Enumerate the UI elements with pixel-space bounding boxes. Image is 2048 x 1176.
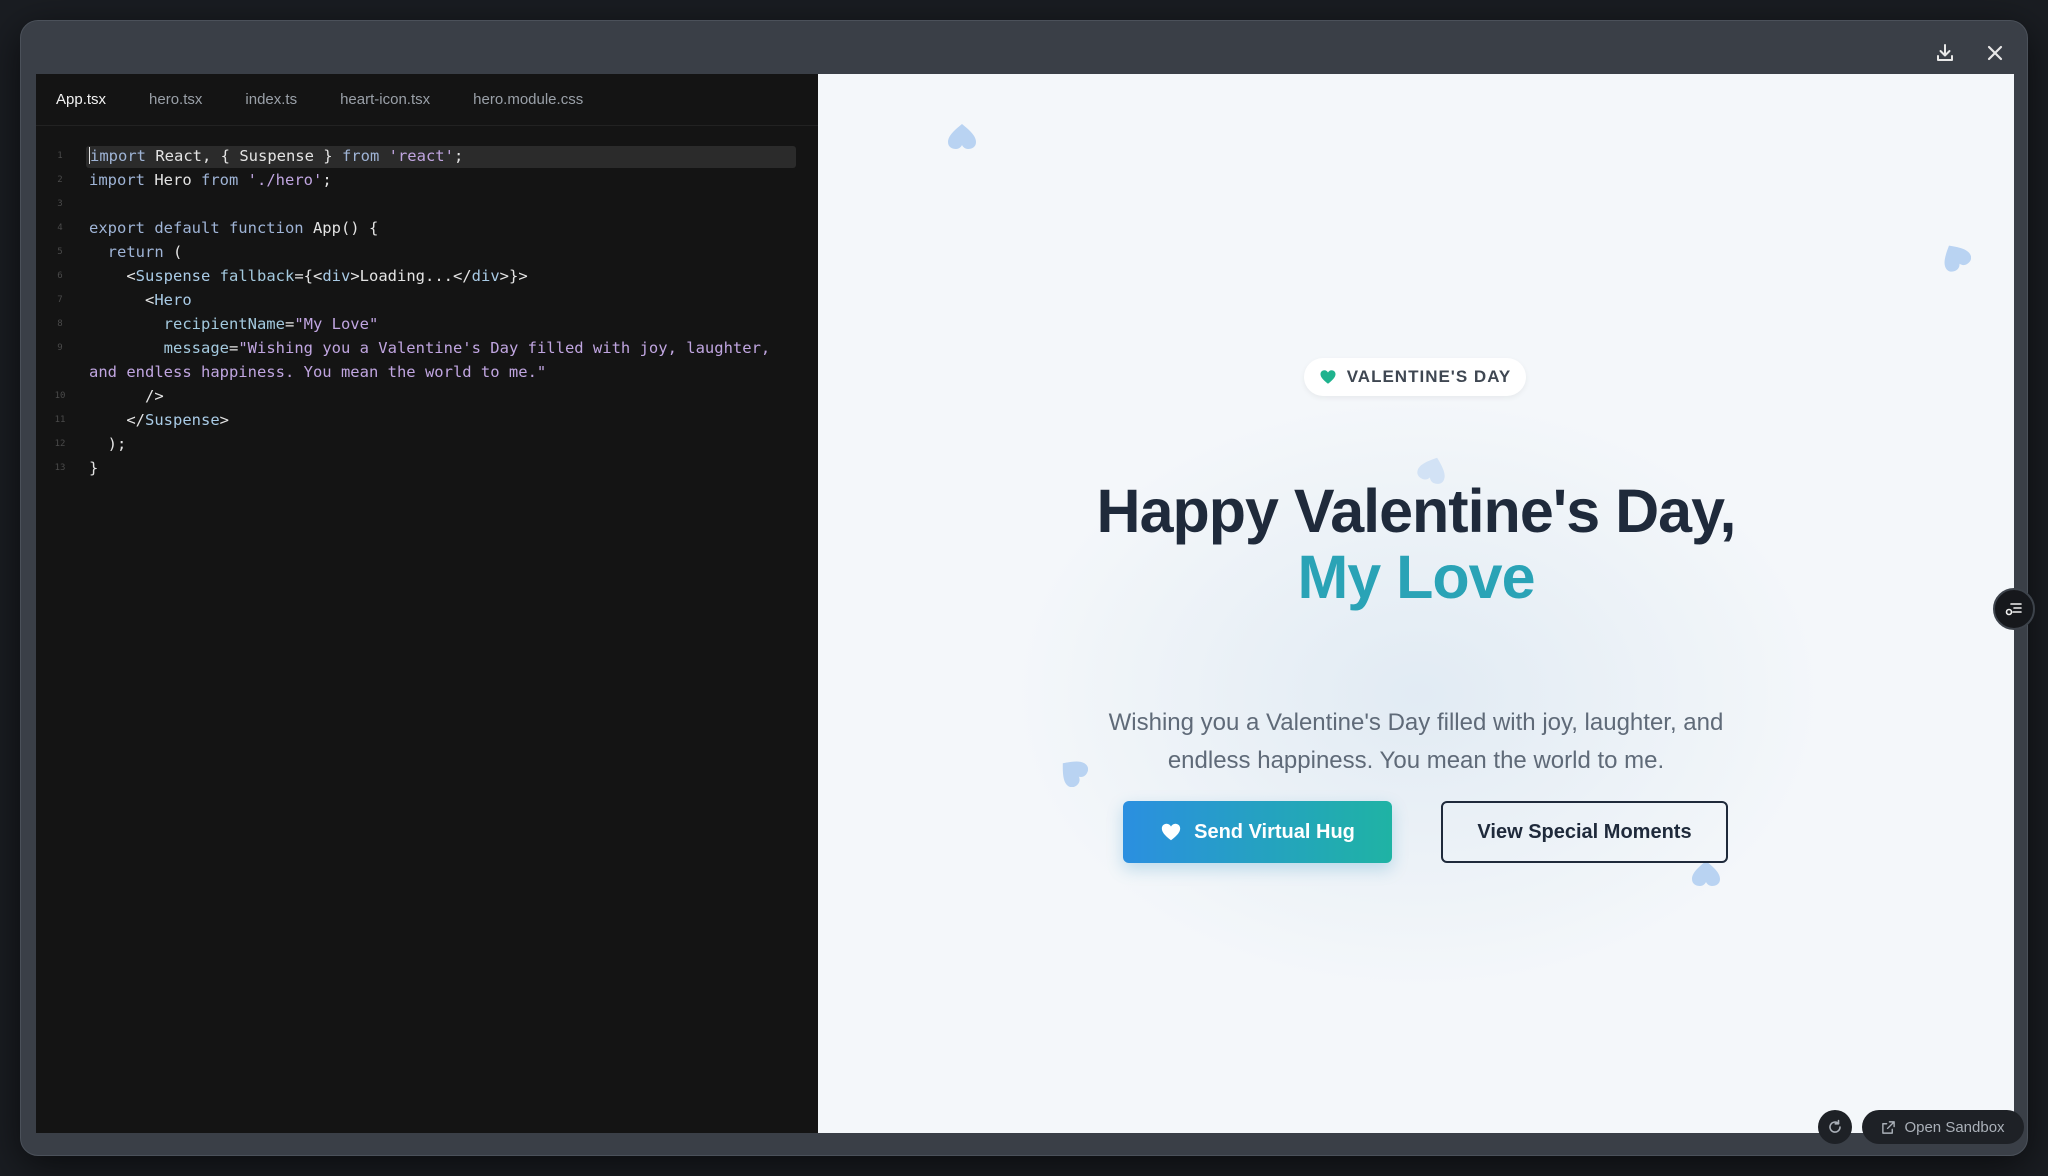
code-line: 11 </Suspense> bbox=[36, 408, 818, 432]
view-special-moments-label: View Special Moments bbox=[1477, 820, 1692, 843]
send-virtual-hug-label: Send Virtual Hug bbox=[1194, 820, 1355, 843]
badge-label: VALENTINE'S DAY bbox=[1346, 367, 1512, 386]
side-panel-toggle[interactable] bbox=[1993, 588, 2035, 630]
code-editor: App.tsx hero.tsx index.ts heart-icon.tsx… bbox=[36, 74, 818, 1133]
line-number: 9 bbox=[57, 343, 63, 353]
line-number: 13 bbox=[54, 463, 66, 473]
code-line: 5 return ( bbox=[36, 240, 818, 264]
hero-recipient-name: My Love bbox=[1297, 543, 1535, 611]
code-line: 13 } bbox=[36, 456, 818, 480]
line-number: 6 bbox=[57, 271, 63, 281]
view-special-moments-button[interactable]: View Special Moments bbox=[1441, 801, 1728, 863]
line-number: 10 bbox=[54, 391, 66, 401]
refresh-preview-button[interactable] bbox=[1818, 1110, 1852, 1144]
line-number: 5 bbox=[57, 247, 63, 257]
code-line: 2 import Hero from './hero'; bbox=[36, 168, 818, 192]
send-virtual-hug-button[interactable]: Send Virtual Hug bbox=[1123, 801, 1392, 863]
tab-hero-module-css[interactable]: hero.module.css bbox=[473, 91, 583, 108]
line-number: 4 bbox=[57, 223, 63, 233]
line-number: 12 bbox=[54, 439, 66, 449]
line-number: 11 bbox=[54, 415, 66, 425]
valentines-badge: VALENTINE'S DAY bbox=[1304, 358, 1526, 396]
code-line: 9 message="Wishing you a Valentine's Day… bbox=[36, 336, 818, 384]
refresh-icon bbox=[1829, 1119, 1841, 1133]
code-line: 1 import React, { Suspense } from 'react… bbox=[36, 144, 818, 168]
code-line: 7 <Hero bbox=[36, 288, 818, 312]
list-settings-icon bbox=[2005, 603, 2022, 616]
code-line: 3 bbox=[36, 192, 818, 216]
floating-heart-icon bbox=[1944, 245, 1971, 272]
heart-icon bbox=[1320, 370, 1336, 384]
open-sandbox-button[interactable]: Open Sandbox bbox=[1862, 1110, 2024, 1144]
open-sandbox-label: Open Sandbox bbox=[1904, 1118, 2005, 1136]
line-number: 3 bbox=[57, 199, 63, 209]
tab-app-tsx[interactable]: App.tsx bbox=[56, 91, 106, 108]
floating-heart-icon bbox=[948, 124, 976, 149]
code-area[interactable]: 1 import React, { Suspense } from 'react… bbox=[36, 126, 818, 480]
hero-title: Happy Valentine's Day, bbox=[1096, 477, 1737, 545]
heart-icon bbox=[1161, 823, 1181, 841]
sandbox-window: App.tsx hero.tsx index.ts heart-icon.tsx… bbox=[20, 20, 2028, 1156]
hero-message: Wishing you a Valentine's Day filled wit… bbox=[1108, 709, 1724, 774]
line-number: 1 bbox=[57, 151, 63, 161]
download-icon[interactable] bbox=[1931, 39, 1959, 67]
close-icon[interactable] bbox=[1981, 39, 2009, 67]
line-number: 2 bbox=[57, 175, 63, 185]
code-line: 4 export default function App() { bbox=[36, 216, 818, 240]
code-line: 6 <Suspense fallback={<div>Loading...</d… bbox=[36, 264, 818, 288]
line-number: 7 bbox=[57, 295, 63, 305]
external-link-icon bbox=[1882, 1120, 1896, 1134]
preview-pane: VALENTINE'S DAY Happy Valentine's Day, M… bbox=[818, 74, 2014, 1133]
tab-heart-icon-tsx[interactable]: heart-icon.tsx bbox=[340, 91, 430, 108]
line-number: 8 bbox=[57, 319, 63, 329]
code-line: 12 ); bbox=[36, 432, 818, 456]
code-line: 10 /> bbox=[36, 384, 818, 408]
tab-hero-tsx[interactable]: hero.tsx bbox=[149, 91, 202, 108]
tab-index-ts[interactable]: index.ts bbox=[245, 91, 297, 108]
file-tabs: App.tsx hero.tsx index.ts heart-icon.tsx… bbox=[36, 74, 818, 126]
code-line: 8 recipientName="My Love" bbox=[36, 312, 818, 336]
window-actions bbox=[1931, 39, 2009, 67]
